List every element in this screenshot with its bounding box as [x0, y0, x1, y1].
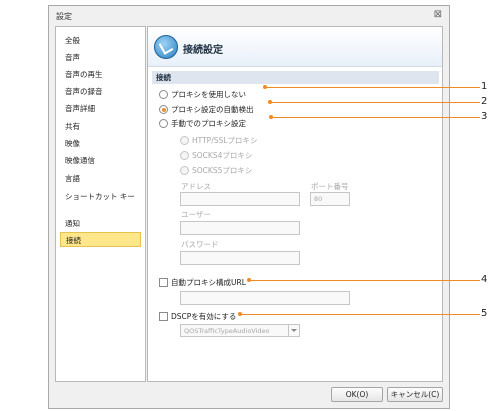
radio-auto-detect[interactable]: [159, 105, 168, 114]
sidebar-item-connection[interactable]: 接続: [60, 232, 141, 247]
auto-config-url-input[interactable]: [180, 291, 350, 305]
chevron-down-icon[interactable]: [288, 325, 299, 336]
window-title: 設定: [56, 12, 72, 21]
title-bar: 設定 ⊠: [49, 6, 449, 25]
checkbox-dscp[interactable]: [159, 312, 168, 321]
callout-line-1: [263, 84, 480, 89]
connection-icon: [154, 35, 178, 59]
user-input[interactable]: [180, 221, 300, 235]
cancel-button[interactable]: キャンセル(C): [387, 387, 443, 402]
sidebar-item-video[interactable]: 映像: [60, 136, 141, 151]
label-user: ユーザー: [181, 210, 211, 219]
label-auto-detect: プロキシ設定の自動検出: [171, 105, 254, 114]
label-address: アドレス: [181, 182, 211, 191]
settings-sidebar: 全般 音声 音声の再生 音声の録音 音声詳細 共有 映像 映像通信 言語 ショー…: [55, 26, 146, 382]
sidebar-item-language[interactable]: 言語: [60, 171, 141, 186]
callout-number-2: 2: [481, 96, 488, 107]
dscp-select[interactable]: QOSTrafficTypeAudioVideo: [180, 324, 300, 337]
label-port: ポート番号: [311, 182, 349, 191]
checkbox-auto-config-url[interactable]: [159, 278, 168, 287]
sidebar-item-shortcut-keys[interactable]: ショートカット キー: [60, 189, 141, 204]
port-input[interactable]: 80: [310, 192, 350, 206]
callout-number-5: 5: [481, 308, 488, 319]
password-input[interactable]: [180, 251, 300, 265]
sidebar-item-audio-advanced[interactable]: 音声詳細: [60, 101, 141, 116]
address-input[interactable]: [180, 192, 300, 206]
sidebar-item-notifications[interactable]: 通知: [60, 216, 141, 231]
radio-socks5[interactable]: [180, 166, 189, 175]
radio-manual-proxy[interactable]: [159, 119, 168, 128]
group-header-connection: 接続: [152, 71, 439, 84]
panel-title: 接続設定: [183, 45, 223, 56]
label-no-proxy: プロキシを使用しない: [171, 90, 246, 99]
callout-line-4: [247, 277, 480, 282]
label-manual-proxy: 手動でのプロキシ設定: [171, 119, 246, 128]
radio-socks4[interactable]: [180, 151, 189, 160]
sidebar-item-video-comm[interactable]: 映像通信: [60, 153, 141, 168]
label-dscp: DSCPを有効にする: [171, 312, 237, 321]
radio-no-proxy[interactable]: [159, 90, 168, 99]
callout-line-3: [269, 114, 480, 119]
ok-button[interactable]: OK(O): [331, 387, 383, 402]
sidebar-item-audio-recording[interactable]: 音声の録音: [60, 84, 141, 99]
settings-window: 設定 ⊠ 全般 音声 音声の再生 音声の録音 音声詳細 共有 映像 映像通信 言…: [48, 5, 450, 409]
sidebar-item-audio[interactable]: 音声: [60, 50, 141, 65]
label-password: パスワード: [181, 240, 219, 249]
label-socks5: SOCKS5プロキシ: [192, 166, 253, 175]
dscp-select-value: QOSTrafficTypeAudioVideo: [184, 326, 270, 335]
radio-http-ssl[interactable]: [180, 136, 189, 145]
panel-header: 接続設定: [148, 27, 442, 67]
label-http-ssl: HTTP/SSLプロキシ: [192, 136, 258, 145]
callout-number-1: 1: [481, 81, 488, 92]
close-icon[interactable]: ⊠: [434, 9, 442, 20]
sidebar-item-sharing[interactable]: 共有: [60, 119, 141, 134]
callout-line-2: [268, 99, 480, 104]
sidebar-item-audio-playback[interactable]: 音声の再生: [60, 67, 141, 82]
callout-number-4: 4: [481, 274, 488, 285]
sidebar-item-general[interactable]: 全般: [60, 33, 141, 48]
label-socks4: SOCKS4プロキシ: [192, 151, 253, 160]
callout-line-5: [238, 311, 480, 316]
label-auto-config-url: 自動プロキシ構成URL: [171, 278, 246, 287]
callout-number-3: 3: [481, 111, 488, 122]
port-value: 80: [314, 195, 323, 203]
connection-settings-panel: 接続設定 接続 プロキシを使用しない プロキシ設定の自動検出 手動でのプロキシ設…: [147, 26, 443, 382]
